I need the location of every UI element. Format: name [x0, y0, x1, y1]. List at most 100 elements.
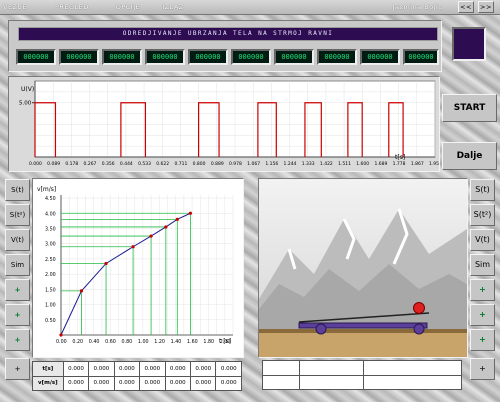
s-t2-button[interactable]: S(t²): [470, 204, 495, 226]
fit-line-button[interactable]: +: [5, 304, 30, 326]
x-tick-label: 1.689: [374, 161, 387, 167]
data-point: [79, 289, 84, 293]
x-tick-label: 1.20: [154, 339, 165, 345]
counter-display: 000000: [231, 49, 271, 65]
x-tick-label: 1.40: [171, 339, 182, 345]
y-tick-label: 4.50: [45, 196, 56, 202]
x-tick-label: 0.622: [156, 161, 169, 167]
x-tick-label: 0.20: [72, 339, 83, 345]
y-tick-label: 3.50: [45, 226, 56, 232]
x-tick-label: 1.00: [138, 339, 149, 345]
x-tick-label: 0.00: [56, 339, 67, 345]
data-point: [59, 333, 63, 337]
x-tick-label: 0.60: [105, 339, 116, 345]
table-row: v[m/s] 0.000 0.000 0.000 0.000 0.000 0.0…: [32, 375, 242, 391]
fit-line-button[interactable]: +: [470, 304, 495, 326]
table-cell: 0.000: [88, 361, 115, 377]
x-tick-label: 1.244: [284, 161, 297, 167]
v-t-button[interactable]: V(t): [470, 229, 495, 251]
back-button[interactable]: <<: [458, 1, 474, 13]
menu-izlaz[interactable]: IZLAZ: [160, 2, 186, 13]
data-point: [188, 211, 193, 215]
x-tick-label: 0.40: [89, 339, 100, 345]
y-tick-label: 1.50: [45, 287, 56, 293]
sim-button[interactable]: Sim: [5, 254, 30, 276]
x-tick-label: 0.178: [65, 161, 78, 167]
counter-display: 000000: [102, 49, 142, 65]
s-t2-button[interactable]: S(t²): [5, 204, 30, 226]
forward-button[interactable]: >>: [478, 1, 494, 13]
table-row-label: v[m/s]: [32, 375, 64, 391]
menu-opcije[interactable]: OPCIJE: [112, 2, 144, 13]
color-indicator: [452, 27, 486, 61]
x-tick-label: 0.80: [122, 339, 133, 345]
add-button[interactable]: +: [5, 358, 30, 380]
start-button[interactable]: START: [442, 94, 497, 122]
signal-chart: 0.000 0.089 0.178 0.267 0.356 0.444 0.533 0.622…: [9, 77, 442, 171]
table-row: t[s] 0.000 0.000 0.000 0.000 0.000 0.000…: [32, 361, 242, 377]
x-tick-label: 1.333: [302, 161, 315, 167]
table-cell: 0.000: [62, 361, 90, 377]
counter-display: 000000: [145, 49, 185, 65]
x-tick-label: 0.444: [120, 161, 133, 167]
menu-pregled[interactable]: PREGLED: [55, 2, 88, 13]
dalje-button[interactable]: Dalje: [442, 142, 497, 170]
experiment-title: ODREDJIVANJE UBRZANJA TELA NA STRMOJ RAV…: [18, 27, 438, 41]
menu-vezbe[interactable]: VEZBE: [3, 2, 27, 13]
x-tick-label: 1.80: [203, 339, 214, 345]
x-tick-label: 1.422: [320, 161, 333, 167]
velocity-y-label: v[m/s]: [37, 186, 56, 193]
s-t-button[interactable]: S(t): [5, 179, 30, 201]
velocity-panel: 0.00 0.20 0.40 0.60 0.80 1.00 1.20 1.40 1.60 1.80…: [32, 178, 244, 358]
y-tick-label: 0.50: [45, 318, 56, 324]
x-tick-label: 1.067: [247, 161, 260, 167]
x-tick-label: 0.978: [229, 161, 242, 167]
counter-display: 000000: [360, 49, 400, 65]
signal-x-label: t[s]: [395, 154, 405, 161]
fit-line-button[interactable]: +: [470, 279, 495, 301]
data-point: [149, 234, 153, 238]
counter-display: 000000: [59, 49, 99, 65]
add-button[interactable]: +: [470, 358, 495, 380]
x-tick-label: 1.156: [265, 161, 278, 167]
table-cell: 0.000: [113, 361, 141, 377]
velocity-x-label: t [s]: [219, 338, 231, 345]
table-cell: 0.000: [189, 375, 217, 391]
counter-display: 000000: [16, 49, 56, 65]
table-row-label: t[s]: [32, 361, 64, 377]
counter-display: 000000: [188, 49, 228, 65]
simulation-readout: [262, 360, 462, 390]
s-t-button[interactable]: S(t): [470, 179, 495, 201]
signal-panel: 0.000 0.089 0.178 0.267 0.356 0.444 0.533 0.622…: [8, 76, 442, 172]
table-cell: 0.000: [88, 375, 115, 391]
x-tick-label: 1.956: [429, 161, 439, 167]
simulation-panel: [258, 178, 468, 358]
x-tick-label: 1.778: [393, 161, 406, 167]
x-tick-label: 0.089: [47, 161, 60, 167]
signal-y-label: U(V): [21, 86, 34, 93]
x-tick-label: 0.800: [193, 161, 206, 167]
table-cell: 0.000: [189, 361, 217, 377]
v-t-button[interactable]: V(t): [5, 229, 30, 251]
fit-line-button[interactable]: +: [470, 329, 495, 351]
y-tick-label: 3.00: [45, 242, 56, 248]
fit-line-button[interactable]: +: [5, 329, 30, 351]
x-tick-label: 0.889: [211, 161, 224, 167]
table-cell: 0.000: [62, 375, 90, 391]
x-tick-label: 1.60: [187, 339, 198, 345]
y-tick-label: 4.00: [45, 211, 56, 217]
x-tick-label: 1.600: [356, 161, 369, 167]
app-window: VEZBE PREGLED OPCIJE IZLAZ Jasmina Bojic…: [0, 0, 500, 402]
sim-button[interactable]: Sim: [470, 254, 495, 276]
velocity-chart: 0.00 0.20 0.40 0.60 0.80 1.00 1.20 1.40 1.60 1.80…: [33, 179, 243, 357]
table-cell: 0.000: [139, 375, 166, 391]
x-tick-label: 0.533: [138, 161, 151, 167]
signal-y-tick: 5.00: [19, 101, 32, 107]
data-point: [104, 261, 108, 266]
counter-display: 000000: [274, 49, 314, 65]
y-tick-label: 1.00: [45, 303, 56, 309]
table-cell: 0.000: [164, 361, 192, 377]
x-tick-label: 0.356: [102, 161, 115, 167]
fit-line-button[interactable]: +: [5, 279, 30, 301]
data-point: [164, 225, 168, 229]
